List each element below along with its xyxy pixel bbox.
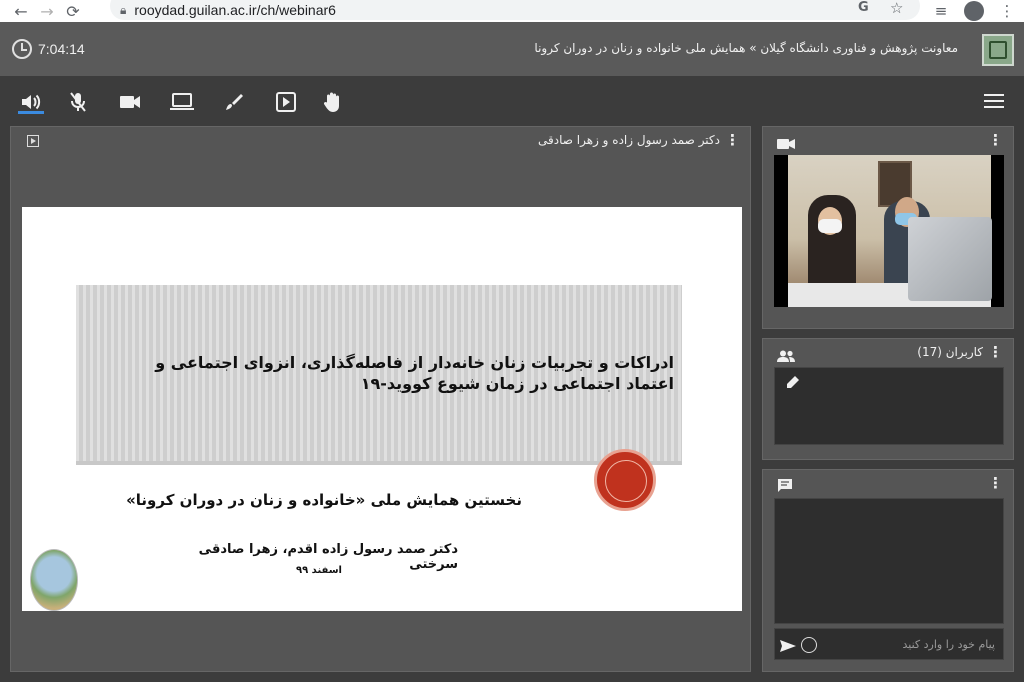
browser-toolbar: ← → ⟳ 🔒︎ rooydad.guilan.ac.ir/ch/webinar… [0,0,1024,22]
back-icon[interactable]: ← [8,0,34,22]
forward-icon[interactable]: → [34,0,60,22]
pen-icon[interactable] [785,374,801,394]
lock-icon: 🔒︎ [120,2,127,17]
banner-rule-bottom [76,461,682,465]
webcam-video[interactable] [774,155,1004,307]
slide-seal [594,449,656,511]
video-camera-icon [777,135,795,154]
presentation-panel: دکتر صمد رسول زاده و زهرا صادقی ⋮ ادراکا… [10,126,751,672]
camera-icon[interactable] [118,90,142,114]
menu-icon[interactable] [984,94,1004,108]
users-icon [777,347,795,366]
users-list[interactable] [774,367,1004,445]
emoji-icon[interactable] [801,637,817,653]
reading-list-icon[interactable]: ≡ [924,2,958,20]
users-count-title: کاربران (17) [917,345,983,359]
app-header: 7:04:14 معاونت پژوهش و فناوری دانشگاه گی… [0,22,1024,76]
active-indicator [18,111,44,114]
session-timer: 7:04:14 [12,39,85,59]
url-text: rooydad.guilan.ac.ir/ch/webinar6 [134,2,336,18]
chat-input[interactable]: پیام خود را وارد کنید [774,628,1004,660]
slide-subtitle: نخستین همایش ملی «خانواده و زنان در دورا… [126,491,522,509]
screen-share-icon[interactable] [170,90,194,114]
webinar-toolbar [0,76,1024,124]
slide-title-line-1: ادراکات و تجربیات زنان خانه‌دار از فاصله… [155,353,674,372]
profile-avatar-icon[interactable] [964,1,984,21]
chat-placeholder: پیام خود را وارد کنید [902,638,995,651]
mic-off-icon[interactable] [66,90,90,114]
reload-icon[interactable]: ⟳ [60,0,86,22]
slide-date: اسفند ۹۹ [295,565,342,576]
family-logo [30,549,78,611]
chat-icon [777,478,793,498]
university-logo [982,34,1014,66]
send-icon[interactable] [779,638,797,657]
panel-options-icon[interactable]: ⋮ [725,131,740,149]
more-options-icon[interactable]: ⋮ [990,2,1024,20]
brush-icon[interactable] [222,90,246,114]
video-panel: ⋮ [762,126,1014,329]
hand-icon[interactable] [321,90,345,114]
chat-options-icon[interactable]: ⋮ [988,474,1003,492]
users-options-icon[interactable]: ⋮ [988,343,1003,361]
slide-title-line-2: اعتماد اجتماعی در زمان شیوع کووید-۱۹ [360,374,674,393]
presentation-slide: ادراکات و تجربیات زنان خانه‌دار از فاصله… [22,207,742,611]
video-options-icon[interactable]: ⋮ [988,131,1003,149]
chat-messages[interactable] [774,498,1004,624]
address-bar[interactable]: 🔒︎ rooydad.guilan.ac.ir/ch/webinar6 [110,0,920,20]
presenter-name: دکتر صمد رسول زاده و زهرا صادقی [538,133,720,147]
breadcrumb[interactable]: معاونت پژوهش و فناوری دانشگاه گیلان » هم… [534,41,958,55]
users-panel: کاربران (17) ⋮ [762,338,1014,460]
translate-icon[interactable]: G [858,0,869,15]
chat-panel: ⋮ پیام خود را وارد کنید [762,469,1014,672]
star-icon[interactable]: ☆ [890,0,903,17]
slide-title: ادراکات و تجربیات زنان خانه‌دار از فاصله… [84,352,674,394]
timer-text: 7:04:14 [38,41,85,57]
play-icon[interactable] [274,90,298,114]
clock-icon [12,39,32,59]
presentation-play-icon[interactable] [27,135,39,147]
